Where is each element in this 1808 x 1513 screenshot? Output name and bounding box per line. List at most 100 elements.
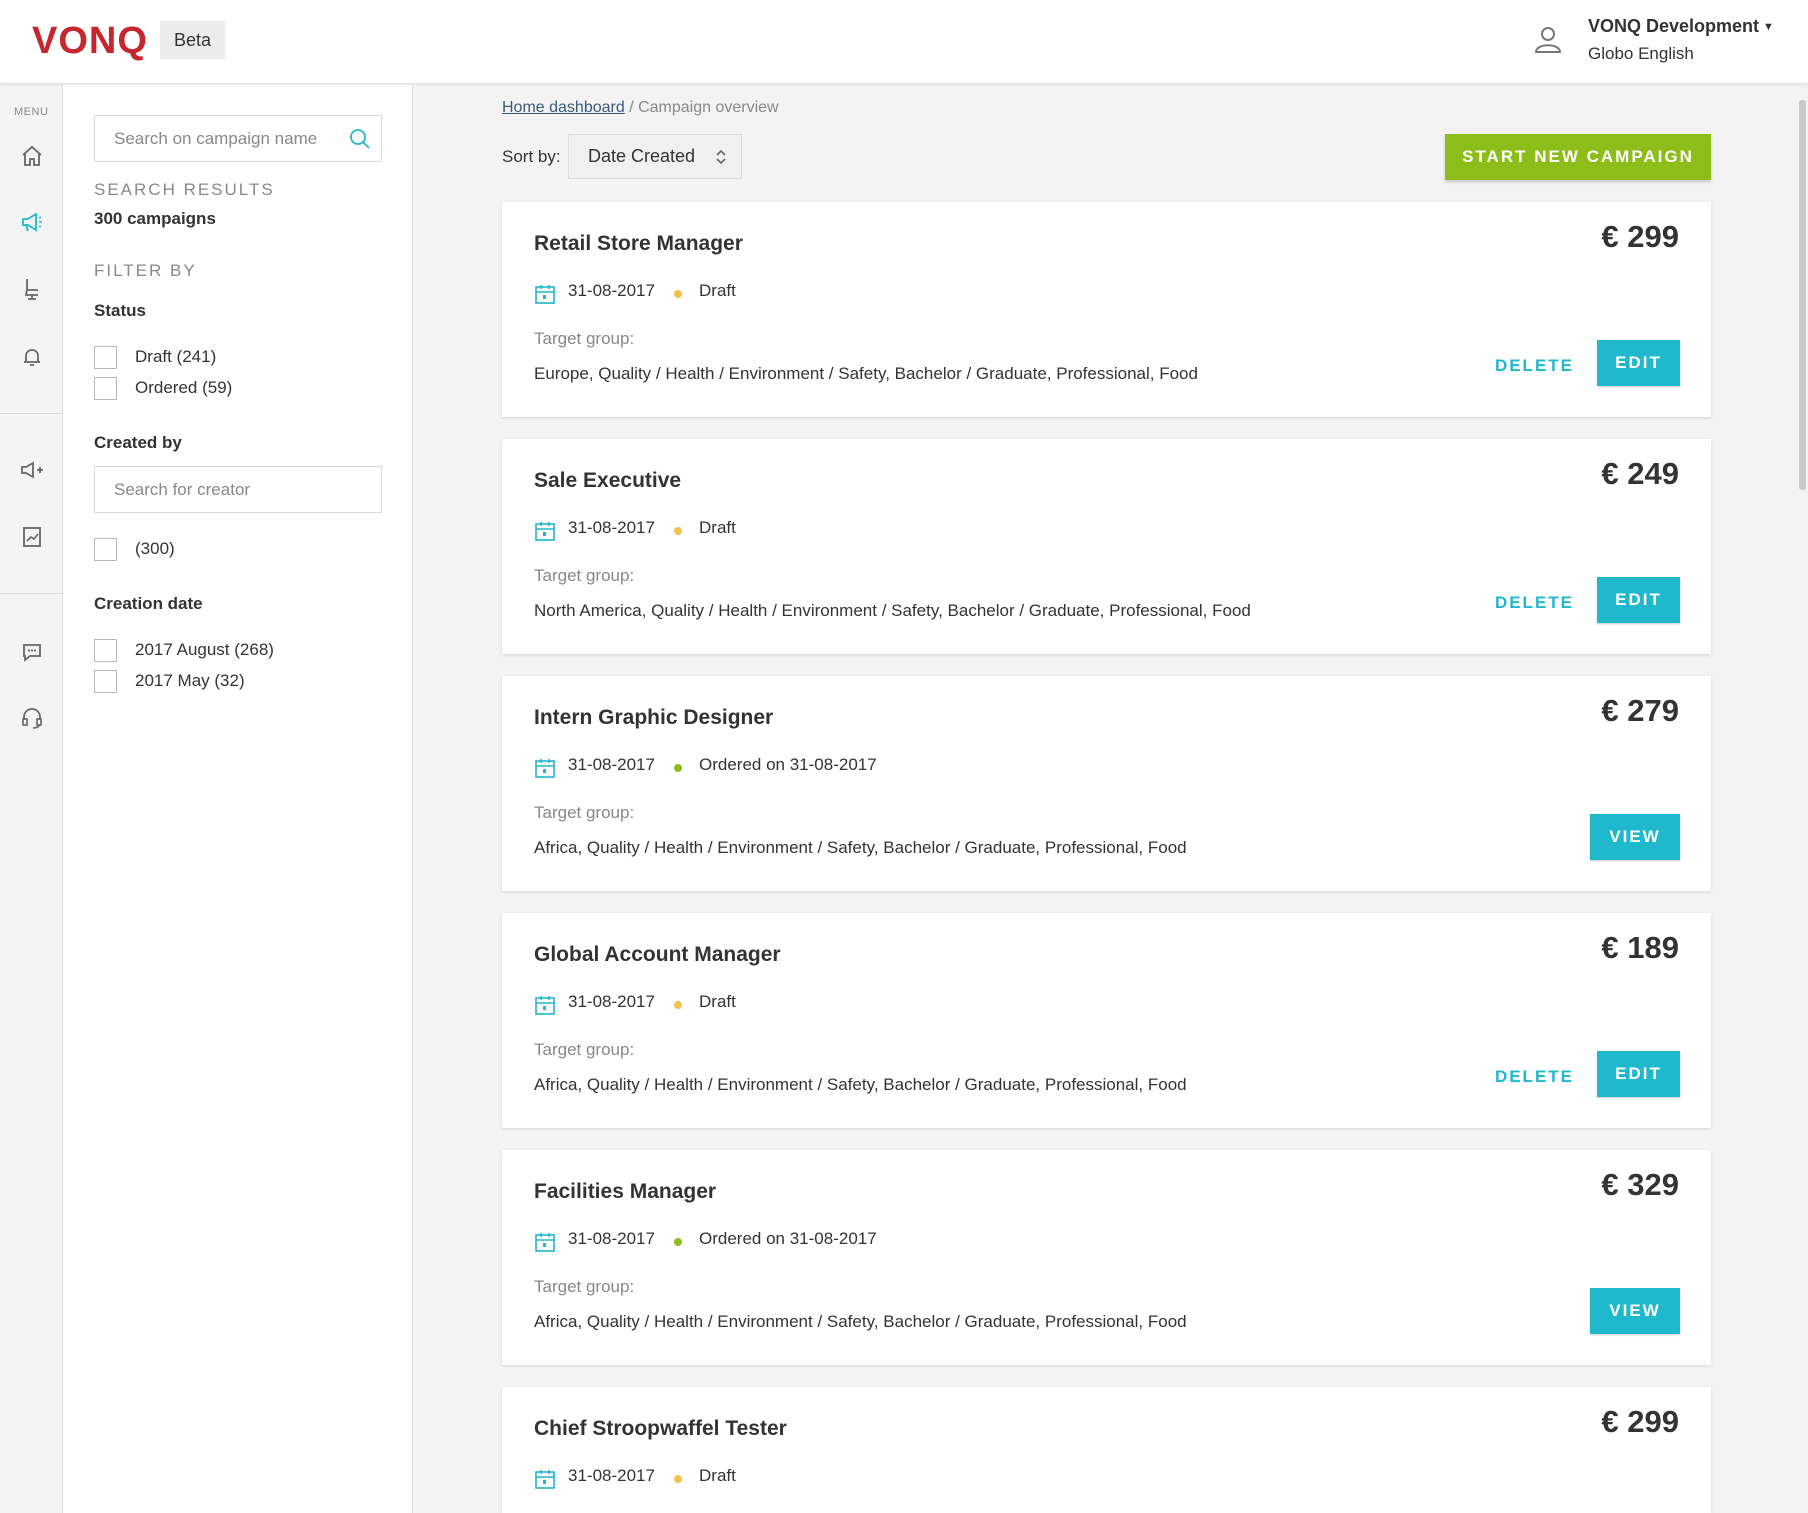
filter-creator-all[interactable]: (300) bbox=[94, 537, 175, 561]
breadcrumb: Home dashboard / Campaign overview bbox=[502, 99, 779, 117]
campaign-card: Chief Stroopwaffel Tester € 299 31-08-20… bbox=[502, 1387, 1711, 1513]
megaphone-icon[interactable] bbox=[20, 210, 44, 234]
creator-search-box[interactable] bbox=[94, 466, 382, 513]
campaign-status: Draft bbox=[699, 518, 736, 537]
creation-date-heading: Creation date bbox=[94, 594, 203, 613]
document-chart-icon[interactable] bbox=[20, 525, 44, 549]
checkbox[interactable] bbox=[94, 537, 117, 561]
campaign-title[interactable]: Facilities Manager bbox=[534, 1180, 716, 1204]
view-button[interactable]: VIEW bbox=[1590, 1288, 1680, 1334]
rail-divider bbox=[0, 413, 63, 414]
checkbox[interactable] bbox=[94, 669, 117, 693]
search-results-heading: SEARCH RESULTS bbox=[94, 180, 275, 199]
search-icon[interactable] bbox=[349, 128, 371, 155]
checkbox-label: 2017 August (268) bbox=[135, 640, 274, 659]
beta-badge: Beta bbox=[160, 21, 225, 59]
campaign-card: Sale Executive € 249 31-08-2017 Draft Ta… bbox=[502, 439, 1711, 654]
delete-button[interactable]: DELETE bbox=[1495, 580, 1574, 626]
checkbox[interactable] bbox=[94, 638, 117, 662]
top-bar: VONQ Beta VONQ Development ▼ Globo Englis… bbox=[0, 0, 1808, 84]
checkbox-label: Draft (241) bbox=[135, 347, 217, 366]
edit-button[interactable]: EDIT bbox=[1597, 1051, 1680, 1097]
campaign-price: € 279 bbox=[1601, 693, 1679, 728]
calendar-icon bbox=[534, 1468, 556, 1495]
status-dot bbox=[674, 527, 682, 535]
calendar-icon bbox=[534, 994, 556, 1021]
campaign-title[interactable]: Intern Graphic Designer bbox=[534, 706, 773, 730]
breadcrumb-current: / Campaign overview bbox=[629, 99, 779, 116]
delete-button[interactable]: DELETE bbox=[1495, 343, 1574, 389]
filter-status-ordered[interactable]: Ordered (59) bbox=[94, 376, 232, 400]
campaign-card: Facilities Manager € 329 31-08-2017 Orde… bbox=[502, 1150, 1711, 1365]
target-group-value: Africa, Quality / Health / Environment /… bbox=[534, 1075, 1187, 1094]
delete-button[interactable]: DELETE bbox=[1495, 1054, 1574, 1100]
campaign-title[interactable]: Chief Stroopwaffel Tester bbox=[534, 1417, 787, 1441]
campaign-date: 31-08-2017 bbox=[568, 755, 655, 774]
target-group-value: Africa, Quality / Health / Environment /… bbox=[534, 1312, 1187, 1331]
sort-value: Date Created bbox=[588, 146, 696, 166]
home-icon[interactable] bbox=[20, 144, 44, 168]
filter-date-2017-august[interactable]: 2017 August (268) bbox=[94, 638, 274, 662]
campaign-status: Draft bbox=[699, 281, 736, 300]
creator-search-input[interactable] bbox=[95, 467, 381, 512]
target-group-label: Target group: bbox=[534, 566, 635, 585]
calendar-icon bbox=[534, 1231, 556, 1258]
checkbox[interactable] bbox=[94, 345, 117, 369]
target-group-label: Target group: bbox=[534, 1277, 635, 1296]
created-by-heading: Created by bbox=[94, 433, 182, 452]
checkbox-label: 2017 May (32) bbox=[135, 671, 245, 690]
status-dot bbox=[674, 1001, 682, 1009]
page-scrollbar[interactable] bbox=[1799, 100, 1806, 490]
campaign-card: Retail Store Manager € 299 31-08-2017 Dr… bbox=[502, 202, 1711, 417]
rail-divider bbox=[0, 593, 63, 594]
filter-date-2017-may[interactable]: 2017 May (32) bbox=[94, 669, 245, 693]
filter-by-heading: FILTER BY bbox=[94, 261, 197, 280]
vonq-logo[interactable]: VONQ bbox=[32, 20, 148, 63]
target-group-value: Europe, Quality / Health / Environment /… bbox=[534, 364, 1198, 383]
status-heading: Status bbox=[94, 301, 146, 320]
campaign-search-input[interactable] bbox=[95, 116, 381, 161]
menu-label: MENU bbox=[14, 106, 49, 118]
campaign-price: € 299 bbox=[1601, 1404, 1679, 1439]
chair-icon[interactable] bbox=[20, 277, 44, 301]
checkbox[interactable] bbox=[94, 376, 117, 400]
calendar-icon bbox=[534, 757, 556, 784]
view-button[interactable]: VIEW bbox=[1590, 814, 1680, 860]
edit-button[interactable]: EDIT bbox=[1597, 577, 1680, 623]
headset-icon[interactable] bbox=[20, 706, 44, 730]
campaign-price: € 249 bbox=[1601, 456, 1679, 491]
campaign-date: 31-08-2017 bbox=[568, 281, 655, 300]
caret-down-icon: ▼ bbox=[1763, 21, 1774, 34]
campaign-title[interactable]: Retail Store Manager bbox=[534, 232, 743, 256]
campaign-search-box[interactable] bbox=[94, 115, 382, 162]
campaign-date: 31-08-2017 bbox=[568, 992, 655, 1011]
edit-button[interactable]: EDIT bbox=[1597, 340, 1680, 386]
calendar-icon bbox=[534, 283, 556, 310]
filter-status-draft[interactable]: Draft (241) bbox=[94, 345, 217, 369]
campaign-price: € 329 bbox=[1601, 1167, 1679, 1202]
user-icon[interactable] bbox=[1533, 24, 1563, 59]
megaphone-plus-icon[interactable] bbox=[20, 458, 44, 482]
bell-icon[interactable] bbox=[20, 345, 44, 369]
start-new-campaign-button[interactable]: START NEW CAMPAIGN bbox=[1445, 134, 1711, 180]
campaign-status: Draft bbox=[699, 1466, 736, 1485]
target-group-label: Target group: bbox=[534, 1040, 635, 1059]
campaign-status: Ordered on 31-08-2017 bbox=[699, 755, 877, 774]
chat-icon[interactable] bbox=[20, 640, 44, 664]
campaign-title[interactable]: Sale Executive bbox=[534, 469, 681, 493]
campaign-title[interactable]: Global Account Manager bbox=[534, 943, 781, 967]
breadcrumb-home-link[interactable]: Home dashboard bbox=[502, 99, 625, 116]
target-group-label: Target group: bbox=[534, 803, 635, 822]
filter-sidebar bbox=[63, 85, 413, 1513]
status-dot bbox=[674, 290, 682, 298]
sort-label: Sort by: bbox=[502, 147, 561, 166]
account-name: VONQ Development bbox=[1588, 16, 1760, 36]
status-dot bbox=[674, 1238, 682, 1246]
campaign-status: Draft bbox=[699, 992, 736, 1011]
target-group-value: North America, Quality / Health / Enviro… bbox=[534, 601, 1251, 620]
campaign-card: Global Account Manager € 189 31-08-2017 … bbox=[502, 913, 1711, 1128]
status-dot bbox=[674, 764, 682, 772]
sort-select[interactable]: Date Created bbox=[568, 134, 742, 179]
account-menu[interactable]: VONQ Development ▼ bbox=[1588, 16, 1774, 37]
campaign-card: Intern Graphic Designer € 279 31-08-2017… bbox=[502, 676, 1711, 891]
